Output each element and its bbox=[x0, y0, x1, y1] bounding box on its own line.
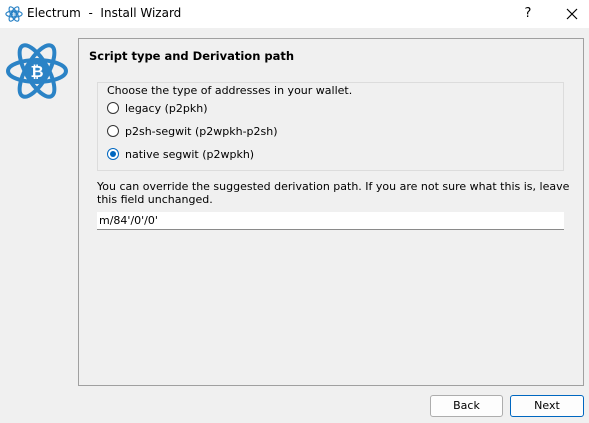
radio-legacy[interactable]: legacy (p2pkh) bbox=[107, 100, 208, 116]
wizard-panel: Script type and Derivation path Choose t… bbox=[78, 38, 584, 386]
radio-label: legacy (p2pkh) bbox=[125, 101, 208, 115]
derivation-info-text: You can override the suggested derivatio… bbox=[97, 180, 570, 206]
radio-button-selected[interactable] bbox=[107, 148, 119, 160]
svg-text:₿: ₿ bbox=[30, 62, 43, 81]
radio-button[interactable] bbox=[107, 125, 119, 137]
title-bar: ₿ Electrum - Install Wizard ? bbox=[0, 0, 589, 28]
radio-label: p2sh-segwit (p2wpkh-p2sh) bbox=[125, 124, 278, 138]
radio-native-segwit[interactable]: native segwit (p2wpkh) bbox=[107, 146, 254, 162]
electrum-logo: ₿ bbox=[6, 43, 68, 99]
electrum-icon: ₿ bbox=[5, 6, 23, 22]
radio-p2sh-segwit[interactable]: p2sh-segwit (p2wpkh-p2sh) bbox=[107, 123, 278, 139]
address-type-group: Choose the type of addresses in your wal… bbox=[97, 82, 564, 171]
group-title: Choose the type of addresses in your wal… bbox=[107, 84, 353, 97]
derivation-path-input[interactable] bbox=[97, 212, 564, 230]
back-button[interactable]: Back bbox=[430, 395, 503, 417]
window-title: Electrum - Install Wizard bbox=[27, 6, 182, 20]
help-button[interactable]: ? bbox=[514, 2, 542, 26]
radio-button[interactable] bbox=[107, 102, 119, 114]
page-title: Script type and Derivation path bbox=[89, 49, 295, 63]
next-button[interactable]: Next bbox=[510, 395, 584, 417]
close-icon[interactable] bbox=[559, 2, 585, 26]
radio-label: native segwit (p2wpkh) bbox=[125, 147, 255, 161]
